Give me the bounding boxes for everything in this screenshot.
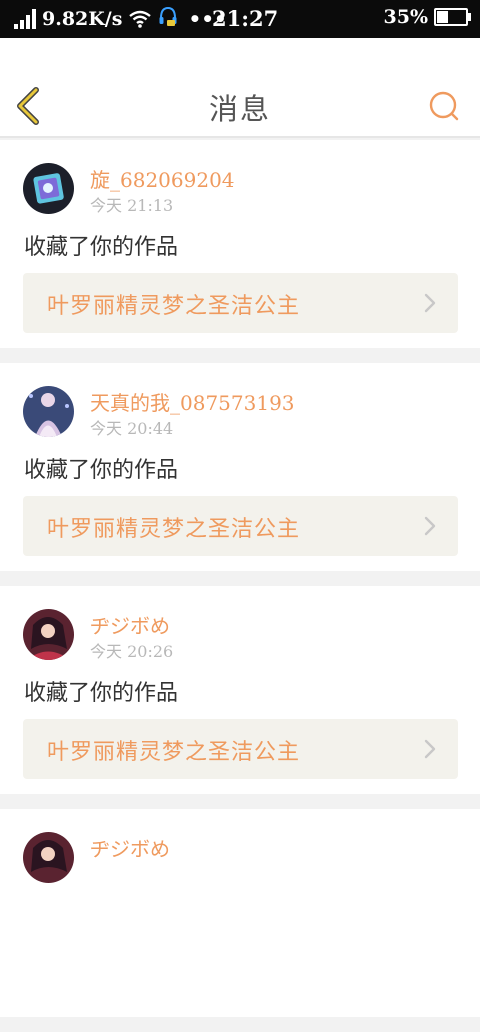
avatar[interactable] — [23, 609, 74, 660]
message-item: ヂジボめ 今天 20:26 收藏了你的作品 叶罗丽精灵梦之圣洁公主 — [0, 586, 480, 794]
avatar[interactable] — [23, 832, 74, 883]
username[interactable]: ヂジボめ — [90, 610, 170, 639]
message-time: 今天 20:44 — [90, 419, 174, 438]
page-title: 消息 — [208, 92, 271, 126]
message-item: ヂジボめ — [0, 809, 480, 1017]
username[interactable]: ヂジボめ — [90, 833, 170, 862]
message-item: 天真的我_087573193 今天 20:44 收藏了你的作品 叶罗丽精灵梦之圣… — [0, 363, 480, 571]
header-bar: 消息 — [0, 38, 480, 138]
battery-percent: 35% — [383, 6, 429, 28]
wifi-icon — [128, 9, 152, 29]
work-title: 叶罗丽精灵梦之圣洁公主 — [47, 294, 301, 319]
message-time: 今天 20:26 — [90, 642, 174, 661]
message-action: 收藏了你的作品 — [24, 235, 179, 260]
username[interactable]: 旋_682069204 — [90, 164, 235, 193]
chevron-right-icon — [424, 293, 436, 313]
network-speed: 9.82K/s — [42, 8, 123, 30]
search-icon[interactable] — [428, 90, 460, 122]
message-action: 收藏了你的作品 — [24, 681, 179, 706]
signal-icon — [14, 9, 36, 29]
message-item: 旋_682069204 今天 21:13 收藏了你的作品 叶罗丽精灵梦之圣洁公主 — [0, 140, 480, 348]
avatar[interactable] — [23, 386, 74, 437]
status-bar: 9.82K/s ••• 21:27 35% — [0, 0, 480, 38]
battery-icon — [434, 8, 471, 26]
work-link[interactable]: 叶罗丽精灵梦之圣洁公主 — [23, 719, 458, 779]
chevron-right-icon — [424, 739, 436, 759]
status-time: 21:27 — [212, 6, 279, 31]
work-link[interactable]: 叶罗丽精灵梦之圣洁公主 — [23, 496, 458, 556]
username[interactable]: 天真的我_087573193 — [90, 387, 295, 416]
work-title: 叶罗丽精灵梦之圣洁公主 — [47, 517, 301, 542]
message-time: 今天 21:13 — [90, 196, 174, 215]
message-action: 收藏了你的作品 — [24, 458, 179, 483]
message-list: 旋_682069204 今天 21:13 收藏了你的作品 叶罗丽精灵梦之圣洁公主… — [0, 140, 480, 1032]
work-title: 叶罗丽精灵梦之圣洁公主 — [47, 740, 301, 765]
work-link[interactable]: 叶罗丽精灵梦之圣洁公主 — [23, 273, 458, 333]
headset-icon — [158, 6, 178, 33]
avatar[interactable] — [23, 163, 74, 214]
chevron-right-icon — [424, 516, 436, 536]
